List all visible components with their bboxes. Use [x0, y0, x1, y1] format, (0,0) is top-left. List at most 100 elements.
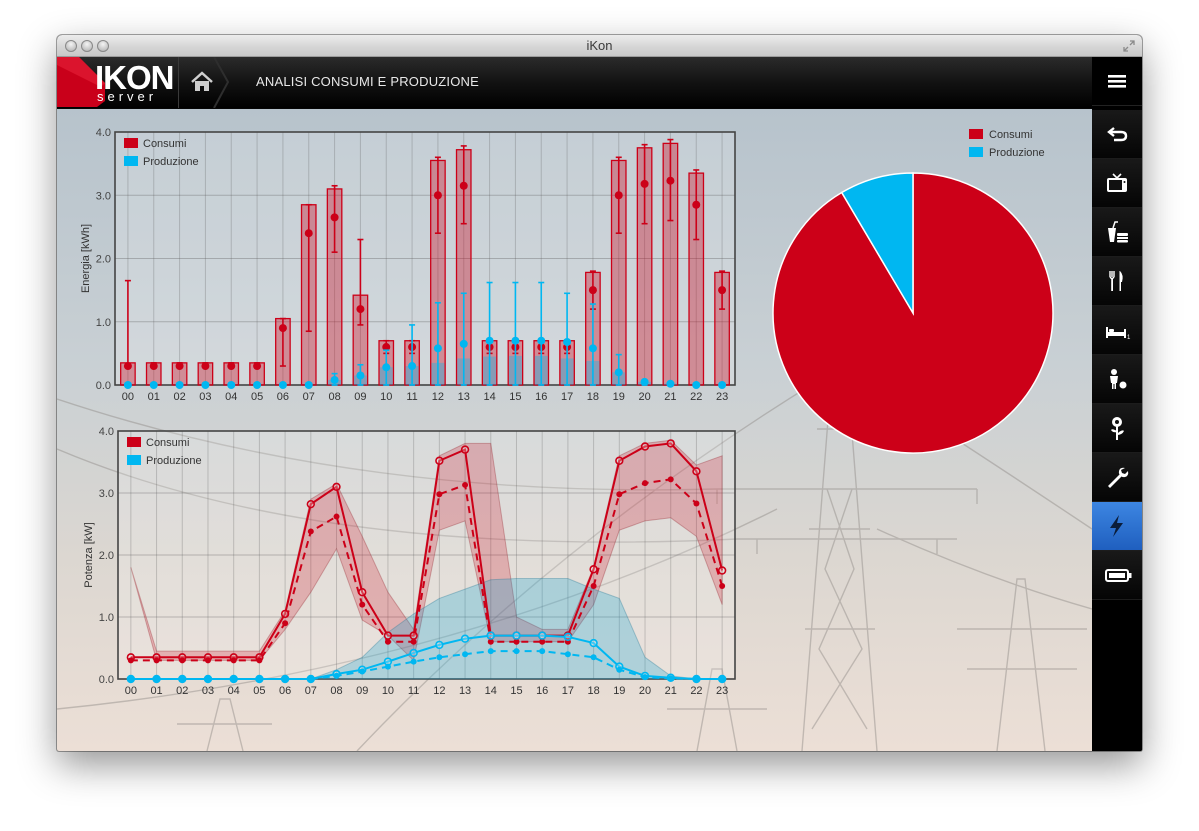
- point-max-consumi: [435, 456, 444, 465]
- legend-label: Consumi: [143, 138, 186, 150]
- point-max-produzione: [537, 631, 547, 640]
- point-produzione: [640, 377, 649, 386]
- point-consumi: [459, 181, 468, 190]
- x-tick-label: 12: [432, 391, 444, 403]
- point-produzione: [356, 371, 365, 380]
- sidebar-item-kids[interactable]: [1092, 355, 1142, 404]
- point-mean-consumi: [719, 583, 726, 589]
- point-consumi: [692, 200, 701, 209]
- x-tick-label: 14: [485, 685, 497, 697]
- legend-swatch: [969, 147, 983, 157]
- point-max-produzione: [563, 632, 573, 642]
- sidebar-item-menu[interactable]: [1092, 57, 1142, 106]
- legend-label: Produzione: [143, 156, 199, 168]
- logo-subtitle: server: [97, 89, 158, 104]
- ikon-logo: IKON server: [57, 57, 177, 108]
- sidebar-item-back[interactable]: [1092, 110, 1142, 159]
- x-tick-label: 06: [277, 391, 289, 403]
- point-produzione: [201, 381, 210, 389]
- window-title: iKon: [586, 38, 613, 53]
- point-mean-produzione: [462, 651, 469, 658]
- x-tick-label: 13: [459, 685, 471, 697]
- point-max-consumi: [666, 439, 675, 448]
- point-max-produzione: [460, 634, 470, 643]
- x-tick-label: 01: [148, 391, 160, 403]
- point-produzione: [588, 344, 597, 353]
- x-tick-label: 07: [303, 391, 315, 403]
- x-tick-label: 00: [122, 391, 134, 403]
- sidebar-item-garden[interactable]: [1092, 404, 1142, 453]
- x-tick-label: 19: [613, 391, 625, 403]
- point-mean-produzione: [410, 658, 417, 665]
- point-mean-produzione: [333, 672, 340, 679]
- point-max-consumi: [409, 631, 418, 640]
- point-produzione: [485, 336, 494, 345]
- point-mean-produzione: [359, 668, 366, 675]
- point-mean-consumi: [153, 657, 160, 664]
- x-tick-label: 03: [202, 685, 214, 697]
- point-max-consumi: [615, 456, 624, 465]
- bedroom-icon: 1: [1106, 327, 1131, 341]
- point-produzione: [459, 339, 468, 348]
- point-produzione: [718, 381, 727, 389]
- point-mean-consumi: [590, 583, 597, 589]
- sidebar-filler: [1092, 600, 1142, 751]
- x-tick-label: 19: [613, 685, 625, 697]
- x-tick-label: 09: [354, 391, 366, 403]
- point-mean-consumi: [462, 481, 469, 488]
- sidebar-item-kitchen[interactable]: [1092, 257, 1142, 306]
- point-mean-produzione: [282, 676, 289, 682]
- app-header: IKON server ANALISI CONSUMI E PRODUZIONE: [57, 57, 1092, 109]
- x-tick-label: 01: [150, 685, 162, 697]
- power-line-chart[interactable]: 0.0 1.0 2.0 3.0 4.0 00 01 02 03 04 05 06 07 08 09 10 11 1…: [57, 414, 757, 751]
- x-tick-label: 12: [433, 685, 445, 697]
- point-mean-produzione: [256, 676, 263, 682]
- x-tick-label: 23: [716, 391, 728, 403]
- title-bar: iKon: [57, 35, 1142, 57]
- sidebar: 1: [1092, 57, 1142, 751]
- y-axis-label: Energia [kWh]: [80, 224, 92, 293]
- point-max-produzione: [486, 631, 495, 640]
- point-consumi: [201, 362, 210, 371]
- y-tick-label: 1.0: [99, 612, 114, 624]
- point-mean-produzione: [487, 648, 494, 655]
- x-tick-label: 13: [458, 391, 470, 403]
- sidebar-item-appliances[interactable]: [1092, 208, 1142, 257]
- point-max-consumi: [383, 631, 393, 640]
- point-mean-produzione: [590, 654, 597, 661]
- x-tick-label: 03: [199, 391, 211, 403]
- home-icon[interactable]: [178, 57, 232, 108]
- point-max-consumi: [306, 499, 316, 509]
- point-mean-produzione: [436, 654, 443, 661]
- point-max-consumi: [332, 482, 341, 492]
- legend-swatch: [127, 437, 141, 447]
- energy-bar-chart[interactable]: 0.0 1.0 2.0 3.0 4.0 00 01 02 03 04 05 06 07 08 09 10 11 1…: [57, 109, 757, 419]
- app-window: iKon IKON server ANALISI CONSUMI E PRODU…: [57, 35, 1142, 751]
- point-mean-produzione: [539, 648, 546, 655]
- point-mean-consumi: [410, 638, 417, 645]
- point-consumi: [253, 362, 262, 371]
- sidebar-item-bedroom[interactable]: 1: [1092, 306, 1142, 355]
- fullscreen-icon[interactable]: [1122, 39, 1136, 53]
- x-tick-label: 04: [228, 685, 240, 697]
- point-produzione: [563, 337, 572, 346]
- x-tick-label: 08: [328, 391, 340, 403]
- x-tick-label: 16: [535, 391, 547, 403]
- sidebar-item-settings[interactable]: [1092, 453, 1142, 502]
- point-max-consumi: [280, 609, 290, 619]
- point-consumi: [304, 229, 313, 238]
- sidebar-item-energy[interactable]: [1092, 502, 1142, 551]
- point-consumi: [278, 324, 287, 333]
- point-mean-consumi: [127, 657, 134, 664]
- point-produzione: [433, 344, 442, 353]
- pie-chart[interactable]: Consumi Produzione: [757, 109, 1092, 469]
- point-mean-consumi: [667, 476, 674, 483]
- sidebar-item-tv[interactable]: [1092, 159, 1142, 208]
- point-mean-produzione: [667, 675, 674, 682]
- wrench-icon: [1108, 467, 1129, 488]
- point-consumi: [433, 191, 442, 200]
- x-tick-label: 05: [251, 391, 263, 403]
- point-mean-produzione: [513, 648, 520, 655]
- point-produzione: [666, 379, 675, 388]
- sidebar-item-battery[interactable]: [1092, 551, 1142, 600]
